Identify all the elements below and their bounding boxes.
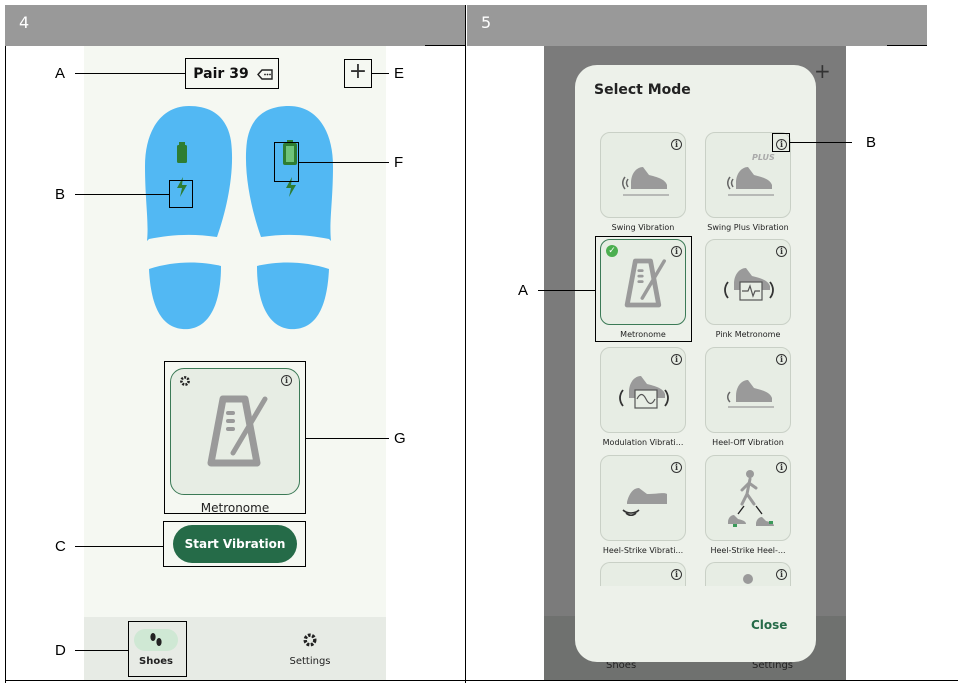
mode-label: Swing Plus Vibration	[707, 223, 789, 232]
mode-card-heel-strike-heel-off[interactable]: i	[705, 455, 791, 541]
shoe-modulation-icon	[619, 376, 669, 409]
callout-label-b: B	[866, 134, 877, 151]
mode-card-swing-vibration[interactable]: i	[600, 132, 686, 218]
callout-box-b	[772, 133, 790, 152]
shoe-heel-strike-icon	[622, 488, 667, 517]
mode-label: Modulation Vibrati...	[602, 438, 684, 447]
callout-label-a: A	[55, 65, 66, 82]
mode-card-heel-off-vibration[interactable]: i	[705, 347, 791, 433]
frame-line	[465, 5, 466, 683]
callout-label-c: C	[55, 538, 66, 555]
mode-card-partial[interactable]: i	[600, 562, 686, 586]
callout-box-b	[169, 180, 193, 208]
mode-card-modulation-vibration[interactable]: i	[600, 347, 686, 433]
add-device-button-dimmed: +	[814, 59, 831, 83]
panel-number: 5	[481, 13, 492, 32]
mode-label: Swing Vibration	[611, 223, 675, 232]
info-icon[interactable]: i	[776, 354, 787, 365]
mode-card-pink-metronome[interactable]: i	[705, 239, 791, 325]
callout-label-a: A	[518, 282, 529, 299]
gear-icon	[303, 633, 317, 647]
callout-box-a	[185, 58, 279, 89]
figure-root: 4 5 Pair 39 + i Metronome Start Vibratio…	[0, 0, 958, 685]
callout-label-g: G	[394, 430, 406, 447]
panel-header-5: 5	[467, 5, 927, 46]
mode-card-partial[interactable]: i	[705, 562, 791, 586]
insoles-graphic	[145, 106, 333, 330]
right-heel	[257, 262, 329, 330]
frame-line	[5, 680, 958, 681]
callout-label-e: E	[394, 65, 405, 82]
callout-box-c	[163, 521, 306, 567]
callout-line	[790, 142, 852, 143]
callout-line	[75, 546, 163, 547]
person-head-icon	[743, 574, 753, 584]
left-heel	[149, 262, 221, 330]
callout-box-e	[344, 59, 372, 88]
info-icon[interactable]: i	[671, 354, 682, 365]
mode-label: Heel-Strike Heel-...	[710, 546, 786, 555]
info-icon[interactable]: i	[671, 569, 682, 580]
info-icon[interactable]: i	[776, 569, 787, 580]
callout-box-f	[274, 142, 299, 182]
nav-item-settings[interactable]: Settings	[280, 627, 340, 671]
shoe-vibration-icon	[727, 167, 774, 196]
callout-box-d	[128, 621, 187, 677]
callout-label-f: F	[394, 154, 404, 171]
callout-line	[299, 162, 389, 163]
info-icon[interactable]: i	[776, 246, 787, 257]
dialog-title: Select Mode	[594, 82, 691, 98]
battery-icon	[177, 145, 187, 163]
info-icon[interactable]: i	[671, 462, 682, 473]
walking-person-icon	[728, 470, 774, 527]
mode-label: Pink Metronome	[715, 330, 781, 339]
callout-line	[538, 290, 595, 291]
shoe-heel-off-icon	[727, 380, 774, 408]
select-mode-dialog: Select Mode i Swing Vibration i PLUS Swi…	[575, 65, 816, 662]
callout-line	[75, 650, 128, 651]
callout-label-d: D	[55, 642, 66, 659]
callout-line	[75, 194, 169, 195]
panel-number: 4	[19, 13, 30, 32]
mode-label: Heel-Off Vibration	[712, 438, 784, 447]
callout-line	[75, 73, 185, 74]
info-icon[interactable]: i	[671, 139, 682, 150]
frame-line	[887, 45, 927, 46]
callout-line	[372, 73, 389, 74]
callout-line	[306, 438, 389, 439]
mode-card-heel-strike-vibration[interactable]: i	[600, 455, 686, 541]
callout-box-a	[595, 236, 692, 342]
close-button[interactable]: Close	[751, 618, 787, 632]
frame-line	[5, 46, 6, 683]
frame-line	[425, 45, 465, 46]
shoe-vibration-icon	[622, 167, 669, 196]
mode-label: Heel-Strike Vibrati...	[602, 546, 684, 555]
left-insole-front	[145, 106, 233, 241]
callout-label-b: B	[55, 186, 66, 203]
nav-label-settings: Settings	[289, 656, 331, 667]
panel-header-4: 4	[5, 5, 465, 46]
shoe-waveform-icon	[724, 268, 774, 301]
callout-box-g	[164, 361, 306, 514]
